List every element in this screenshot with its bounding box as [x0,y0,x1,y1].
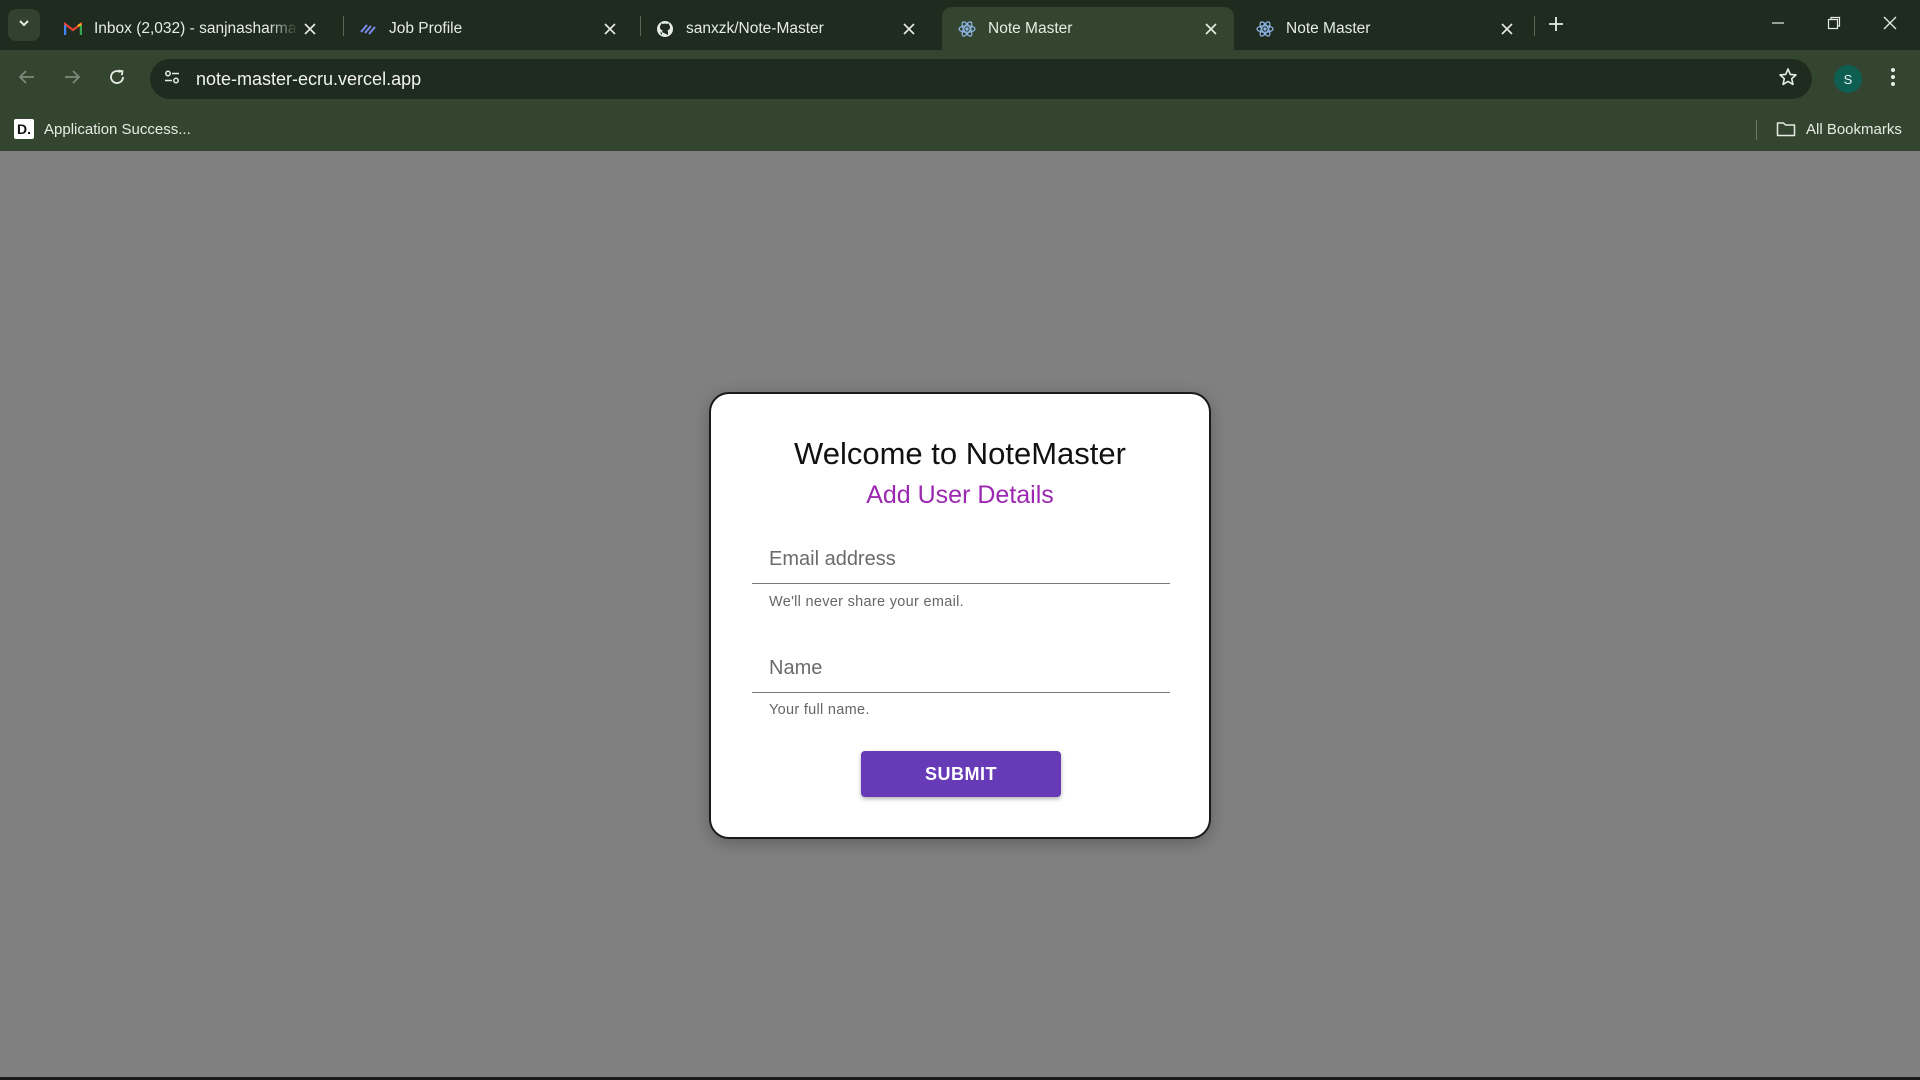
bookmarks-bar: D. Application Success... All Bookmarks [0,108,1920,151]
bookmarks-divider [1756,120,1757,140]
minimize-icon [1771,16,1785,35]
bookmark-star-button[interactable] [1776,67,1800,91]
close-icon[interactable] [599,18,621,40]
card-subtitle: Add User Details [866,481,1054,509]
email-field[interactable] [752,536,1170,584]
all-bookmarks-label: All Bookmarks [1806,120,1902,138]
name-helper-text: Your full name. [769,702,870,718]
tab-divider [1534,16,1535,36]
card-title: Welcome to NoteMaster [794,436,1126,471]
job-profile-icon [359,20,377,38]
forward-button[interactable] [56,63,88,95]
page-viewport: Welcome to NoteMaster Add User Details W… [0,151,1920,1080]
tab-search-button[interactable] [8,9,40,41]
folder-icon [1776,121,1796,137]
github-icon [656,20,674,38]
gmail-icon [64,20,82,38]
back-button[interactable] [11,63,43,95]
url-text[interactable]: note-master-ecru.vercel.app [196,69,421,90]
arrow-right-icon [63,68,81,91]
site-info-button[interactable] [158,65,186,93]
tab-title: Job Profile [389,19,463,37]
react-icon [958,20,976,38]
close-icon [1883,16,1897,35]
user-details-card: Welcome to NoteMaster Add User Details W… [709,392,1211,839]
chevron-down-icon [17,16,31,35]
tab-title: sanxzk/Note-Master [686,19,824,37]
arrow-left-icon [18,68,36,91]
tune-icon [163,68,181,91]
browser-toolbar: note-master-ecru.vercel.app S [0,50,1920,108]
close-icon[interactable] [1496,18,1518,40]
tab-title: Note Master [1286,19,1371,37]
minimize-button[interactable] [1750,0,1806,50]
star-icon [1778,67,1798,92]
browser-menu-button[interactable] [1879,63,1907,95]
react-icon [1256,20,1274,38]
bookmark-label: Application Success... [44,120,191,138]
reload-icon [108,68,126,91]
tab-github-repo[interactable]: sanxzk/Note-Master [640,7,932,50]
tab-title: Inbox (2,032) - sanjnasharma14 [94,19,299,37]
tab-job-profile[interactable]: Job Profile [343,7,633,50]
restore-button[interactable] [1806,0,1862,50]
close-icon[interactable] [299,18,321,40]
all-bookmarks-button[interactable]: All Bookmarks [1776,117,1902,141]
tab-title: Note Master [988,19,1073,37]
more-vert-icon [1890,67,1896,92]
new-tab-button[interactable] [1542,12,1570,40]
plus-icon [1548,16,1564,37]
name-input[interactable] [752,645,1170,692]
submit-button[interactable]: SUBMIT [861,751,1061,797]
name-field[interactable] [752,645,1170,693]
d-logo-icon: D. [14,119,34,139]
close-window-button[interactable] [1862,0,1918,50]
close-icon[interactable] [1200,18,1222,40]
email-input[interactable] [752,536,1170,583]
tab-strip: Inbox (2,032) - sanjnasharma14 Job Profi… [0,0,1920,50]
close-icon[interactable] [898,18,920,40]
restore-icon [1827,16,1841,35]
address-bar[interactable]: note-master-ecru.vercel.app [150,59,1812,99]
tab-gmail-inbox[interactable]: Inbox (2,032) - sanjnasharma14 [48,7,333,50]
bookmark-application-success[interactable]: D. Application Success... [14,117,191,141]
tab-note-master[interactable]: Note Master [1240,7,1530,50]
profile-avatar[interactable]: S [1834,65,1862,93]
reload-button[interactable] [101,63,133,95]
email-helper-text: We'll never share your email. [769,594,964,610]
tab-note-master-active[interactable]: Note Master [942,7,1234,50]
